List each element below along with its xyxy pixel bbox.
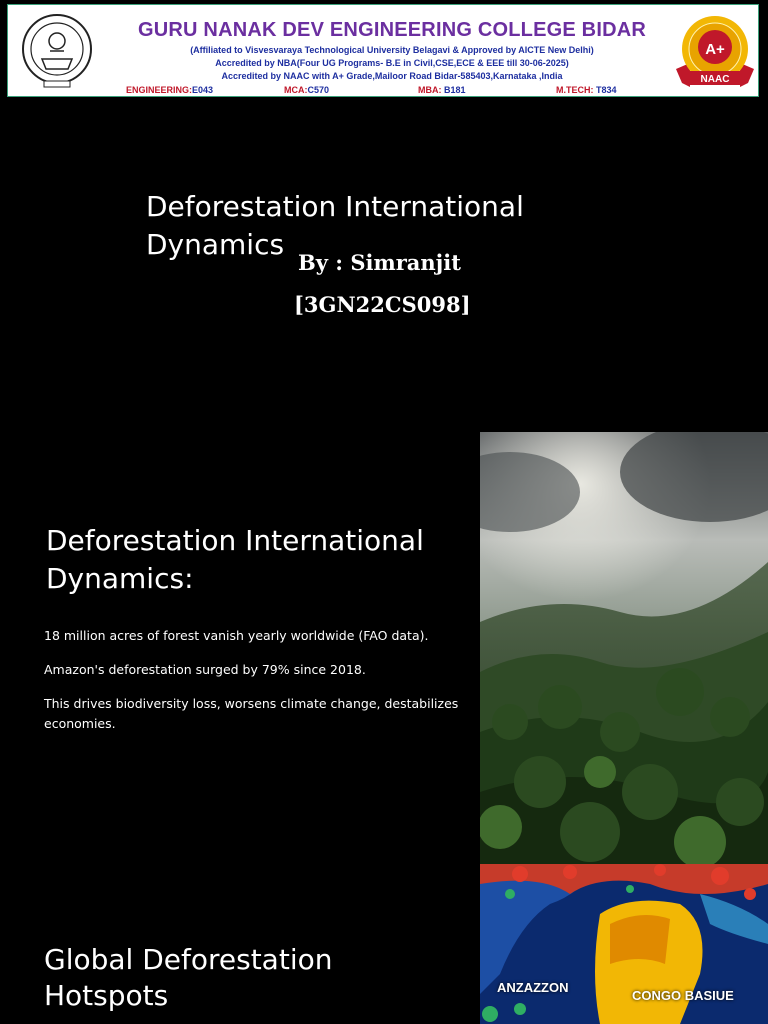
svg-text:NAAC: NAAC bbox=[701, 74, 730, 85]
bullet-item: This drives biodiversity loss, worsens c… bbox=[44, 696, 459, 731]
college-header-banner: GURU NANAK DEV ENGINEERING COLLEGE BIDAR… bbox=[7, 4, 759, 97]
bullet-item: 18 million acres of forest vanish yearly… bbox=[44, 628, 429, 643]
section-title-dynamics: Deforestation International Dynamics: bbox=[46, 524, 424, 595]
nba-accreditation-line: Accredited by NBA(Four UG Programs- B.E … bbox=[215, 58, 569, 68]
section-title-hotspots: Global Deforestation Hotspots bbox=[44, 943, 333, 1012]
bullet-item: Amazon's deforestation surged by 79% sin… bbox=[44, 662, 366, 677]
affiliation-line: (Affiliated to Visvesvaraya Technologica… bbox=[190, 45, 594, 55]
code-engineering: ENGINEERING:E043 bbox=[126, 85, 214, 95]
map-label-congo: CONGO BASIUE bbox=[632, 988, 734, 1003]
dynamics-bullet-list: 18 million acres of forest vanish yearly… bbox=[44, 626, 464, 748]
map-label-amazon: ANZAZZON bbox=[497, 980, 569, 995]
svg-text:A+: A+ bbox=[705, 41, 725, 58]
naac-badge-icon: A+ NAAC bbox=[676, 16, 754, 87]
code-mtech: M.TECH: T834 bbox=[556, 85, 617, 95]
code-mca: MCA:C570 bbox=[284, 85, 330, 95]
code-mba: MBA: B181 bbox=[418, 85, 466, 95]
college-seal-icon bbox=[22, 14, 92, 88]
naac-accreditation-line: Accredited by NAAC with A+ Grade,Mailoor… bbox=[221, 71, 563, 81]
hotspots-map-image: ANZAZZON CONGO BASIUE bbox=[480, 864, 768, 1024]
college-name: GURU NANAK DEV ENGINEERING COLLEGE BIDAR bbox=[137, 19, 647, 41]
author-name: By : Simranjit bbox=[298, 250, 461, 275]
rainforest-image bbox=[480, 432, 768, 864]
program-codes: ENGINEERING:E043 MCA:C570 MBA: B181 M.TE… bbox=[8, 85, 760, 97]
roll-number: [3GN22CS098] bbox=[294, 292, 471, 317]
